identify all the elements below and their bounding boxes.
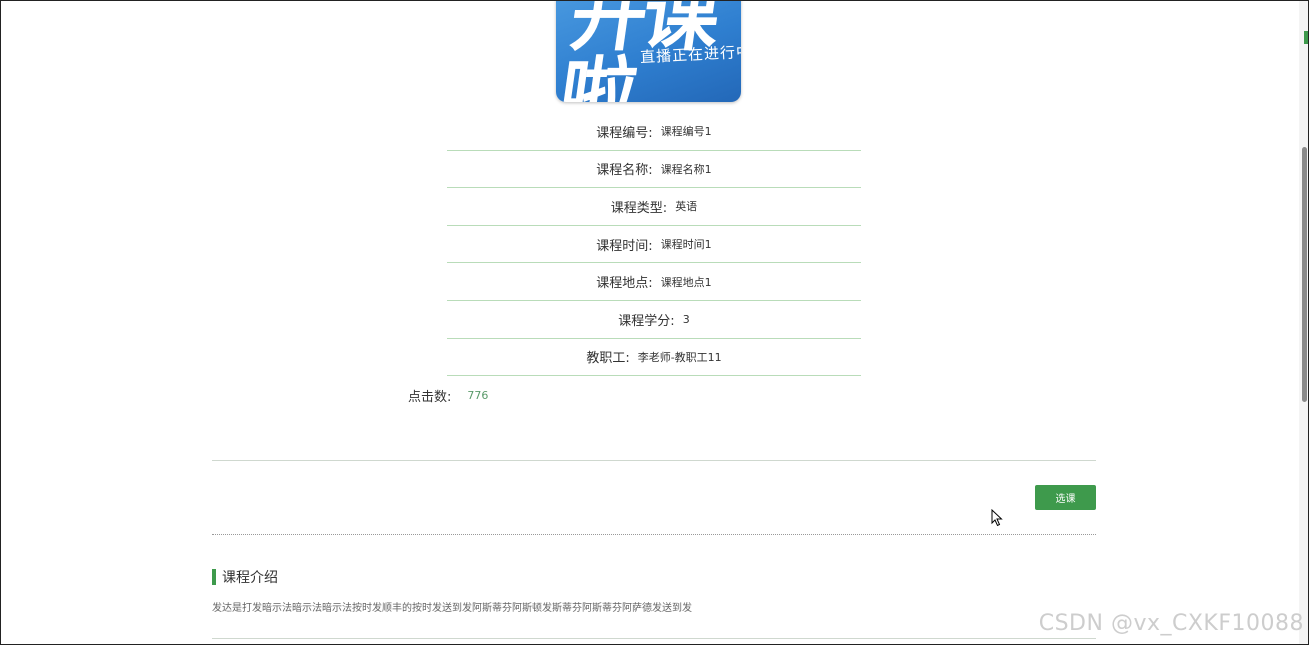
info-value: 英语 (675, 200, 698, 214)
watermark: CSDN @vx_CXKF10088 (1038, 611, 1304, 636)
heading-accent-bar (212, 569, 216, 585)
info-row-course-time: 课程时间: 课程时间1 (447, 226, 861, 264)
select-course-button[interactable]: 选课 (1035, 485, 1096, 510)
info-label: 课程时间: (596, 238, 653, 254)
click-count-label: 点击数: (408, 390, 452, 405)
info-row-teacher: 教职工: 李老师-教职工11 (447, 339, 861, 377)
cursor-arrow-icon (991, 509, 1003, 527)
info-value: 课程时间1 (660, 238, 712, 252)
scrollbar-thumb[interactable] (1302, 147, 1307, 402)
info-row-course-type: 课程类型: 英语 (447, 188, 861, 226)
info-value: 课程编号1 (660, 125, 712, 139)
info-label: 课程名称: (596, 163, 653, 179)
info-value: 课程名称1 (660, 162, 712, 176)
course-intro-title: 课程介绍 (222, 570, 278, 586)
divider (212, 460, 1096, 461)
divider-bottom (212, 638, 1096, 639)
info-row-course-location: 课程地点: 课程地点1 (447, 263, 861, 301)
click-count-value: 776 (467, 389, 489, 402)
page-frame: 开课啦 直播正在进行中... 课程编号: 课程编号1 课程名称: 课程名称1 课… (0, 0, 1309, 645)
info-value: 李老师-教职工11 (637, 350, 722, 364)
info-label: 课程类型: (610, 200, 668, 216)
info-value: 3 (682, 312, 690, 326)
info-value: 课程地点1 (660, 275, 712, 289)
course-intro-text: 发达是打发暗示法暗示法暗示法按时发顺丰的按时发送到发阿斯蒂芬阿斯顿发斯蒂芬阿斯蒂… (212, 603, 692, 614)
course-cover-image: 开课啦 直播正在进行中... (556, 1, 741, 102)
info-row-course-credit: 课程学分: 3 (447, 301, 861, 339)
click-count: 点击数: 776 (408, 386, 488, 405)
info-label: 课程地点: (596, 276, 653, 292)
course-info-list: 课程编号: 课程编号1 课程名称: 课程名称1 课程类型: 英语 课程时间: 课… (447, 113, 861, 377)
scroll-marker (1304, 31, 1308, 44)
page-scrollbar[interactable] (1299, 1, 1308, 644)
info-row-course-number: 课程编号: 课程编号1 (447, 113, 861, 151)
course-intro-heading: 课程介绍 (212, 567, 278, 587)
dotted-divider (212, 534, 1096, 535)
info-label: 课程学分: (618, 313, 675, 329)
info-row-course-name: 课程名称: 课程名称1 (447, 151, 861, 189)
info-label: 教职工: (586, 351, 630, 367)
info-label: 课程编号: (596, 125, 653, 141)
